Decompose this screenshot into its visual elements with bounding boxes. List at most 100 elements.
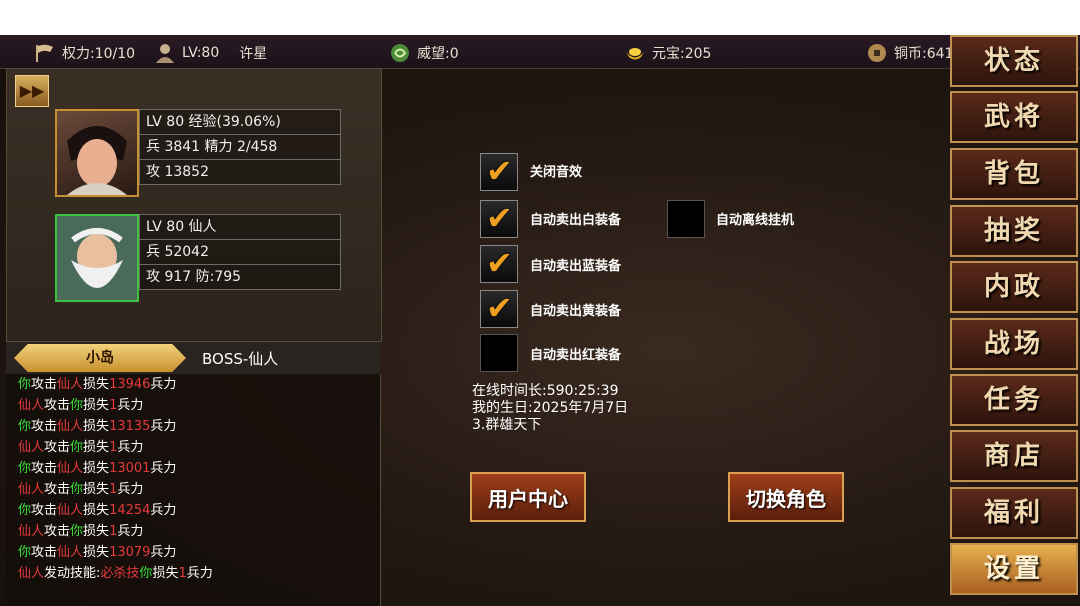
log-segment: 攻击 — [44, 440, 71, 455]
sell-yellow-checkbox[interactable] — [480, 289, 518, 328]
server-name: 3.群雄天下 — [472, 417, 542, 433]
sell-red-label: 自动卖出红装备 — [530, 348, 622, 363]
fast-forward-button[interactable]: ▶▶ — [15, 75, 49, 107]
log-segment: 兵力 — [117, 482, 144, 497]
log-line: 你攻击仙人损失13001兵力 — [6, 458, 380, 479]
menu-button[interactable]: 设置 — [950, 543, 1078, 595]
hero-attack: 攻 13852 — [139, 160, 341, 185]
log-segment: 你 — [70, 398, 84, 413]
tab-boss[interactable]: BOSS-仙人 — [202, 348, 278, 369]
hero-face-icon — [67, 126, 127, 195]
menu-button[interactable]: 任务 — [950, 374, 1078, 426]
sell-red-checkbox[interactable] — [480, 334, 518, 372]
hero-level-name: LV 80 仙人 — [139, 214, 341, 240]
log-segment: 你 — [139, 566, 153, 581]
log-segment: 仙人 — [18, 440, 45, 455]
level-stat: LV:80 许星 — [154, 43, 267, 63]
log-segment: 13079 — [109, 545, 151, 560]
log-segment: 损失 — [152, 566, 179, 581]
status-bar: 权力:10/10 LV:80 许星 威望:0 元宝:205 铜币:6416899… — [0, 35, 1080, 69]
yuanbao-stat: 元宝:205 — [624, 43, 711, 63]
log-segment: 你 — [18, 377, 32, 392]
menu-button[interactable]: 内政 — [950, 261, 1078, 313]
log-segment: 兵力 — [117, 440, 144, 455]
log-segment: 兵力 — [150, 419, 177, 434]
sell-blue-checkbox[interactable] — [480, 244, 518, 283]
log-segment: 你 — [70, 482, 84, 497]
log-segment: 兵力 — [117, 398, 144, 413]
mute-checkbox[interactable] — [480, 152, 518, 191]
hero-troops: 兵 52042 — [139, 240, 341, 265]
menu-button[interactable]: 背包 — [950, 148, 1078, 200]
auto-offline-checkbox[interactable] — [667, 200, 705, 238]
log-segment: 攻击 — [31, 377, 58, 392]
log-segment: 损失 — [83, 461, 110, 476]
tab-island[interactable]: 小岛 — [14, 344, 186, 372]
log-line: 仙人攻击你损失1兵力 — [6, 395, 380, 416]
prestige-icon — [391, 44, 409, 62]
log-line: 仙人攻击你损失1兵力 — [6, 437, 380, 458]
gold-ingot-icon — [626, 48, 644, 60]
log-segment: 你 — [70, 440, 84, 455]
log-segment: 14254 — [109, 503, 151, 518]
log-segment: 攻击 — [44, 524, 71, 539]
log-segment: 必杀技 — [100, 566, 140, 581]
log-segment: 你 — [18, 503, 32, 518]
log-segment: 损失 — [83, 419, 110, 434]
log-segment: 损失 — [83, 482, 110, 497]
switch-role-button[interactable]: 切换角色 — [728, 472, 844, 522]
user-center-button[interactable]: 用户中心 — [470, 472, 586, 522]
log-segment: 仙人 — [18, 398, 45, 413]
prestige-stat: 威望:0 — [389, 43, 459, 63]
prestige-text: 威望:0 — [417, 46, 459, 62]
log-segment: 损失 — [83, 398, 110, 413]
yuanbao-text: 元宝:205 — [652, 46, 712, 62]
log-segment: 攻击 — [44, 482, 71, 497]
log-segment: 仙人 — [18, 482, 45, 497]
game-screen: 权力:10/10 LV:80 许星 威望:0 元宝:205 铜币:6416899… — [0, 35, 1080, 606]
log-segment: 攻击 — [44, 398, 71, 413]
battle-tab-bar: 小岛 BOSS-仙人 — [6, 342, 380, 374]
mute-label: 关闭音效 — [530, 165, 583, 180]
menu-button[interactable]: 状态 — [950, 35, 1078, 87]
log-segment: 仙人 — [18, 524, 45, 539]
menu-button[interactable]: 商店 — [950, 430, 1078, 482]
old-sage-face-icon — [57, 216, 137, 300]
menu-button[interactable]: 武将 — [950, 91, 1078, 143]
log-segment: 1 — [178, 566, 187, 581]
hero-attack-defense: 攻 917 防:795 — [139, 265, 341, 290]
level-text: LV:80 — [182, 45, 220, 61]
log-line: 仙人攻击你损失1兵力 — [6, 521, 380, 542]
auto-offline-label: 自动离线挂机 — [716, 213, 795, 228]
hero-portrait-immortal[interactable] — [55, 214, 139, 302]
hero-stats-player: LV 80 经验(39.06%) 兵 3841 精力 2/458 攻 13852 — [139, 109, 341, 185]
log-segment: 仙人 — [57, 545, 84, 560]
log-segment: 13135 — [109, 419, 151, 434]
flag-icon — [36, 44, 53, 62]
hero-panel: ▶▶ LV 80 经验(39.06%) 兵 3841 精力 2/458 攻 13… — [6, 68, 382, 342]
menu-button[interactable]: 福利 — [950, 487, 1078, 539]
log-segment: 仙人 — [57, 461, 84, 476]
menu-button[interactable]: 战场 — [950, 318, 1078, 370]
log-segment: 13001 — [109, 461, 151, 476]
log-segment: 攻击 — [31, 545, 58, 560]
log-segment: 仙人 — [57, 419, 84, 434]
sell-white-checkbox[interactable] — [480, 199, 518, 238]
log-segment: 损失 — [83, 503, 110, 518]
log-segment: 你 — [70, 524, 84, 539]
log-line: 仙人发动技能:必杀技你损失1兵力 — [6, 563, 380, 584]
hero-troops-energy: 兵 3841 精力 2/458 — [139, 135, 341, 160]
log-segment: 你 — [18, 461, 32, 476]
log-segment: 仙人 — [57, 503, 84, 518]
log-line: 仙人攻击你损失1兵力 — [6, 479, 380, 500]
sell-yellow-label: 自动卖出黄装备 — [530, 304, 622, 319]
hero-portrait-player[interactable] — [55, 109, 139, 197]
menu-button[interactable]: 抽奖 — [950, 205, 1078, 257]
log-segment: 你 — [18, 419, 32, 434]
sell-white-label: 自动卖出白装备 — [530, 213, 622, 228]
log-segment: 兵力 — [150, 377, 177, 392]
log-line: 你攻击仙人损失13135兵力 — [6, 416, 380, 437]
log-segment: 攻击 — [31, 419, 58, 434]
player-avatar-icon — [156, 44, 174, 63]
log-line: 你攻击仙人损失13946兵力 — [6, 374, 380, 395]
